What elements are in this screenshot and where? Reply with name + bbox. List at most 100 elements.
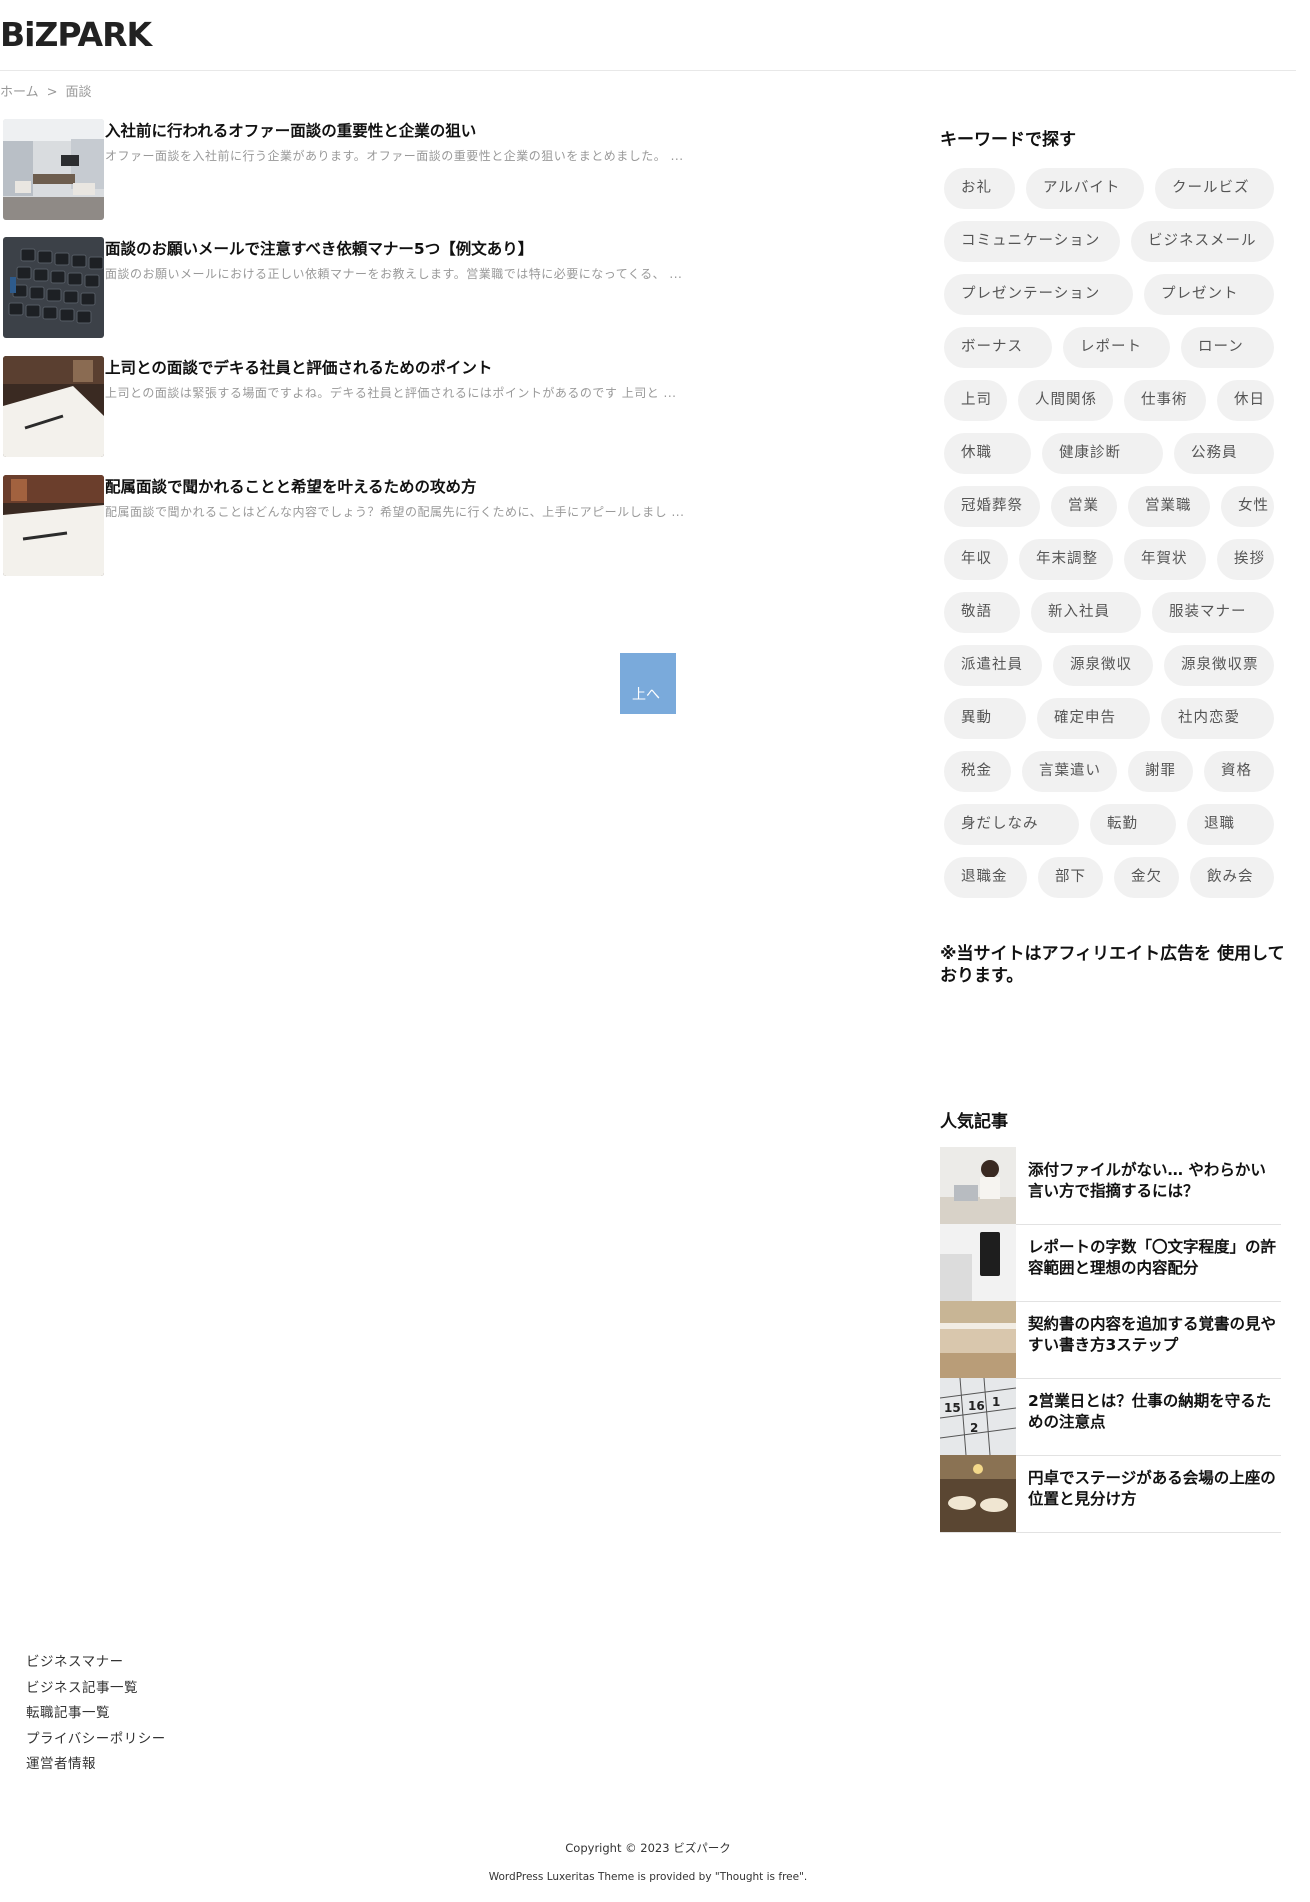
footer-link-business-manner[interactable]: ビジネスマナー xyxy=(26,1650,166,1676)
tag-row: 税金 言葉遣い 謝罪 資格 xyxy=(944,751,1274,794)
tag-chip[interactable]: 部下 xyxy=(1038,857,1103,898)
tag-chip[interactable]: 退職 xyxy=(1187,804,1274,845)
popular-item-title[interactable]: 2営業日とは？仕事の納期を守るための注意点 xyxy=(1028,1391,1278,1433)
post-excerpt: オファー面談を入社前に行う企業があります。オファー面談の重要性と企業の狙いをまと… xyxy=(105,149,684,163)
tag-chip[interactable]: コミュニケーション xyxy=(944,221,1120,262)
post-title[interactable]: 面談のお願いメールで注意すべき依頼マナー5つ【例文あり】 xyxy=(105,237,533,259)
tag-row: プレゼンテーション プレゼント xyxy=(944,274,1274,317)
post-excerpt: 配属面談で聞かれることはどんな内容でしょう？希望の配属先に行くために、上手にアピ… xyxy=(105,505,685,519)
post-excerpt: 上司との面談は緊張する場面ですよね。デキる社員と評価されるにはポイントがあるので… xyxy=(105,386,677,400)
tag-chip[interactable]: 敬語 xyxy=(944,592,1020,633)
tag-chip[interactable]: 飲み会 xyxy=(1190,857,1274,898)
popular-thumbnail-calendar[interactable]: 15 16 1 2 xyxy=(940,1378,1016,1455)
affiliate-notice: ※当サイトはアフィリエイト広告を 使用しております。 xyxy=(940,944,1285,986)
tag-chip[interactable]: 確定申告 xyxy=(1037,698,1150,739)
tag-chip[interactable]: 言葉遣い xyxy=(1022,751,1117,792)
tag-chip[interactable]: 健康診断 xyxy=(1042,433,1163,474)
post-title[interactable]: 上司との面談でデキる社員と評価されるためのポイント xyxy=(105,356,492,378)
breadcrumb-separator: > xyxy=(46,85,58,100)
popular-item-title[interactable]: 円卓でステージがある会場の上座の位置と見分け方 xyxy=(1028,1468,1278,1510)
tag-chip[interactable]: 休日 xyxy=(1217,380,1274,421)
tag-chip[interactable]: ビジネスメール xyxy=(1131,221,1274,262)
tag-row: 異動 確定申告 社内恋愛 xyxy=(944,698,1274,741)
tag-row: ボーナス レポート ローン xyxy=(944,327,1274,370)
tag-chip[interactable]: 営業 xyxy=(1051,486,1117,527)
tag-row: コミュニケーション ビジネスメール xyxy=(944,221,1274,264)
tag-chip[interactable]: 公務員 xyxy=(1174,433,1274,474)
tag-chip[interactable]: ローン xyxy=(1181,327,1274,368)
tag-chip[interactable]: 謝罪 xyxy=(1128,751,1193,792)
tag-chip[interactable]: 年末調整 xyxy=(1019,539,1113,580)
post-thumbnail-notebook[interactable] xyxy=(3,475,104,576)
tag-row: 身だしなみ 転勤 退職 xyxy=(944,804,1274,847)
post-excerpt: 面談のお願いメールにおける正しい依頼マナーをお教えします。営業職では特に必要にな… xyxy=(105,267,683,281)
svg-text:1: 1 xyxy=(992,1395,1000,1409)
tag-chip[interactable]: 退職金 xyxy=(944,857,1027,898)
post-item[interactable]: 配属面談で聞かれることと希望を叶えるための攻め方 配属面談で聞かれることはどんな… xyxy=(3,475,763,576)
tag-chip[interactable]: レポート xyxy=(1063,327,1170,368)
tag-chip[interactable]: アルバイト xyxy=(1026,168,1144,209)
tag-chip[interactable]: 冠婚葬祭 xyxy=(944,486,1040,527)
tag-chip[interactable]: 仕事術 xyxy=(1124,380,1206,421)
post-item[interactable]: 上司との面談でデキる社員と評価されるためのポイント 上司との面談は緊張する場面で… xyxy=(3,356,763,457)
tag-chip[interactable]: 源泉徴収票 xyxy=(1164,645,1274,686)
tag-chip[interactable]: ボーナス xyxy=(944,327,1052,368)
back-to-top-label: 上へ xyxy=(632,686,660,702)
tag-chip[interactable]: 営業職 xyxy=(1128,486,1210,527)
tag-row: 年収 年末調整 年賀状 挨拶 xyxy=(944,539,1274,582)
tag-chip[interactable]: 社内恋愛 xyxy=(1161,698,1274,739)
post-title[interactable]: 入社前に行われるオファー面談の重要性と企業の狙い xyxy=(105,119,476,141)
popular-item[interactable]: レポートの字数「〇文字程度」の許容範囲と理想の内容配分 xyxy=(940,1224,1281,1302)
tag-row: 派遣社員 源泉徴収 源泉徴収票 xyxy=(944,645,1274,688)
breadcrumb-current: 面談 xyxy=(65,85,92,100)
tag-chip[interactable]: 上司 xyxy=(944,380,1007,421)
footer-link-operator-info[interactable]: 運営者情報 xyxy=(26,1752,166,1778)
tag-chip[interactable]: 金欠 xyxy=(1114,857,1179,898)
tag-chip[interactable]: クールビズ xyxy=(1155,168,1274,209)
popular-item[interactable]: 円卓でステージがある会場の上座の位置と見分け方 xyxy=(940,1455,1281,1533)
popular-thumbnail-keyboard[interactable] xyxy=(940,1224,1016,1301)
post-thumbnail-keyboard[interactable] xyxy=(3,237,104,338)
footer-link-career-articles[interactable]: 転職記事一覧 xyxy=(26,1701,166,1727)
tag-chip[interactable]: 女性 xyxy=(1221,486,1274,527)
popular-item-title[interactable]: 契約書の内容を追加する覚書の見やすい書き方3ステップ xyxy=(1028,1314,1278,1356)
tag-chip[interactable]: 服装マナー xyxy=(1152,592,1274,633)
popular-item-title[interactable]: レポートの字数「〇文字程度」の許容範囲と理想の内容配分 xyxy=(1028,1237,1278,1279)
post-thumbnail-office[interactable] xyxy=(3,119,104,220)
popular-thumbnail-woman[interactable] xyxy=(940,1147,1016,1224)
tag-row: 冠婚葬祭 営業 営業職 女性 xyxy=(944,486,1274,529)
site-logo[interactable]: BiZPARK xyxy=(0,15,152,54)
tag-chip[interactable]: お礼 xyxy=(944,168,1015,209)
tag-chip[interactable]: 新入社員 xyxy=(1031,592,1141,633)
tag-chip[interactable]: 人間関係 xyxy=(1018,380,1113,421)
tag-chip[interactable]: 派遣社員 xyxy=(944,645,1042,686)
tag-chip[interactable]: プレゼント xyxy=(1144,274,1274,315)
popular-widget-title: 人気記事 xyxy=(940,1112,1008,1132)
footer-link-privacy-policy[interactable]: プライバシーポリシー xyxy=(26,1727,166,1753)
tag-chip[interactable]: 異動 xyxy=(944,698,1026,739)
post-title[interactable]: 配属面談で聞かれることと希望を叶えるための攻め方 xyxy=(105,475,477,497)
tag-chip[interactable]: プレゼンテーション xyxy=(944,274,1133,315)
popular-item[interactable]: 15 16 1 2 2営業日とは？仕事の納期を守るための注意点 xyxy=(940,1378,1281,1456)
tag-chip[interactable]: 源泉徴収 xyxy=(1053,645,1153,686)
tag-chip[interactable]: 休職 xyxy=(944,433,1031,474)
popular-item-title[interactable]: 添付ファイルがない… やわらかい言い方で指摘するには？ xyxy=(1028,1160,1278,1202)
breadcrumb-home[interactable]: ホーム xyxy=(0,85,39,100)
tag-chip[interactable]: 身だしなみ xyxy=(944,804,1079,845)
post-item[interactable]: 面談のお願いメールで注意すべき依頼マナー5つ【例文あり】 面談のお願いメールにお… xyxy=(3,237,763,338)
popular-thumbnail-desk[interactable] xyxy=(940,1301,1016,1378)
tag-chip[interactable]: 年賀状 xyxy=(1124,539,1206,580)
popular-thumbnail-banquet[interactable] xyxy=(940,1455,1016,1532)
post-thumbnail-notebook[interactable] xyxy=(3,356,104,457)
footer-link-business-articles[interactable]: ビジネス記事一覧 xyxy=(26,1676,166,1702)
tag-chip[interactable]: 資格 xyxy=(1204,751,1274,792)
svg-text:2: 2 xyxy=(970,1421,978,1435)
tag-chip[interactable]: 挨拶 xyxy=(1217,539,1274,580)
popular-item[interactable]: 添付ファイルがない… やわらかい言い方で指摘するには？ xyxy=(940,1147,1281,1225)
tag-chip[interactable]: 転勤 xyxy=(1090,804,1176,845)
popular-item[interactable]: 契約書の内容を追加する覚書の見やすい書き方3ステップ xyxy=(940,1301,1281,1379)
tag-chip[interactable]: 年収 xyxy=(944,539,1008,580)
back-to-top-button[interactable]: 上へ xyxy=(620,653,676,714)
post-item[interactable]: 入社前に行われるオファー面談の重要性と企業の狙い オファー面談を入社前に行う企業… xyxy=(3,119,763,220)
tag-chip[interactable]: 税金 xyxy=(944,751,1011,792)
